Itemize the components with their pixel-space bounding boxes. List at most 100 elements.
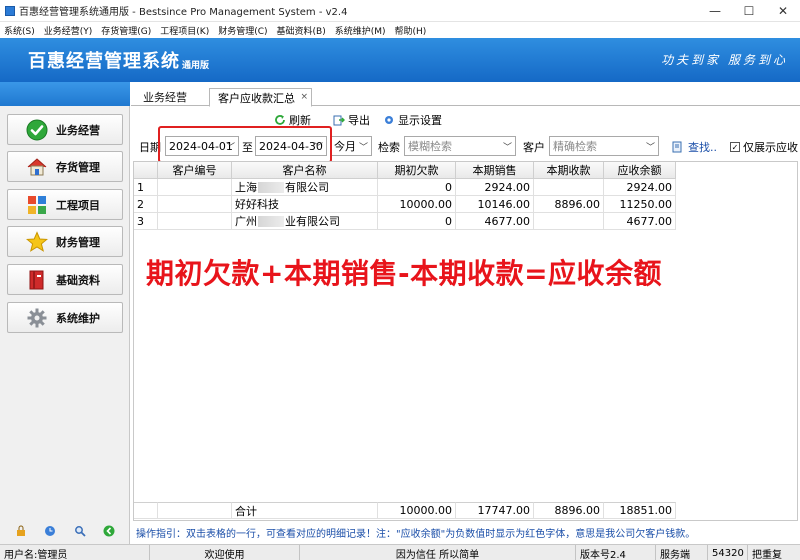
tab-label: 业务经营 [143, 91, 187, 104]
receivable-balance: 4677.00 [604, 213, 676, 230]
menu-system[interactable]: 系统(S) [4, 24, 35, 37]
column-header[interactable]: 客户编号 [158, 162, 232, 179]
only-show-label: 仅展示应收 [743, 141, 798, 154]
window-titlebar: 百惠经营管理系统通用版 - Bestsince Pro Management S… [0, 0, 800, 22]
total-balance: 18851.00 [604, 502, 676, 519]
tab-business[interactable]: 业务经营 [135, 88, 195, 106]
sidebar-item-label: 工程项目 [56, 198, 100, 212]
display-settings-button[interactable]: 显示设置 [383, 112, 442, 128]
find-icon [672, 141, 684, 153]
column-header[interactable]: 应收余额 [604, 162, 676, 179]
customer-code [158, 196, 232, 213]
brand-edition: 通用版 [182, 60, 210, 71]
minimize-button[interactable]: — [698, 0, 732, 22]
receivables-grid[interactable]: 客户编号 客户名称 期初欠款 本期销售 本期收款 应收余额 1 上海 有限公司 0… [133, 161, 798, 521]
lock-icon[interactable] [14, 524, 28, 538]
period-received: 8896.00 [534, 196, 604, 213]
opening-balance: 10000.00 [378, 196, 456, 213]
display-settings-label: 显示设置 [398, 114, 442, 127]
only-show-checkbox[interactable]: ✓ 仅展示应收 [730, 139, 798, 155]
maximize-button[interactable]: ☐ [732, 0, 766, 22]
close-button[interactable]: ✕ [766, 0, 800, 22]
redacted-text [258, 181, 284, 193]
book-icon [26, 269, 48, 291]
sidebar-item-label: 业务经营 [56, 123, 100, 137]
status-version: 版本号2.4 [576, 545, 656, 560]
search-icon[interactable] [73, 524, 87, 538]
menu-maintenance[interactable]: 系统维护(M) [335, 24, 386, 37]
customer-name-prefix: 广州 [235, 215, 257, 228]
checkbox-checked-icon: ✓ [730, 142, 740, 152]
sidebar-item-label: 基础资料 [56, 273, 100, 287]
search-placeholder: 模糊检索 [408, 140, 452, 153]
period-sales: 10146.00 [456, 196, 534, 213]
customer-select[interactable]: 精确检索 ﹀ [549, 136, 659, 156]
total-sales: 17747.00 [456, 502, 534, 519]
table-row[interactable]: 1 上海 有限公司 0 2924.00 2924.00 [134, 179, 676, 196]
period-sales: 2924.00 [456, 179, 534, 196]
grid-footer-row: 合计 10000.00 17747.00 8896.00 18851.00 [134, 502, 676, 520]
sidebar-item-inventory[interactable]: 存货管理 [7, 151, 123, 182]
status-server: 服务端 [656, 545, 708, 560]
clock-icon[interactable] [43, 524, 57, 538]
customer-name-suffix: 有限公司 [285, 181, 329, 194]
footer-spacer [158, 502, 232, 519]
row-number: 1 [134, 179, 158, 196]
column-header[interactable]: 客户名称 [232, 162, 378, 179]
menu-projects[interactable]: 工程项目(K) [160, 24, 209, 37]
app-icon [5, 5, 15, 16]
sidebar-item-maintenance[interactable]: 系统维护 [7, 302, 123, 333]
customer-name: 好好科技 [232, 196, 378, 213]
sidebar-item-basic-data[interactable]: 基础资料 [7, 264, 123, 295]
total-opening: 10000.00 [378, 502, 456, 519]
sidebar-item-label: 系统维护 [56, 311, 100, 325]
tab-receivables-summary[interactable]: 客户应收款汇总 × [209, 88, 312, 107]
period-select[interactable]: 今月 ﹀ [330, 136, 372, 156]
star-icon [26, 230, 48, 253]
column-header[interactable]: 期初欠款 [378, 162, 456, 179]
opening-balance: 0 [378, 213, 456, 230]
menu-business[interactable]: 业务经营(Y) [44, 24, 93, 37]
back-arrow-icon[interactable] [102, 524, 116, 538]
check-circle-icon [26, 119, 48, 141]
export-icon [333, 114, 345, 126]
customer-name-prefix: 上海 [235, 181, 257, 194]
period-received [534, 213, 604, 230]
menu-inventory[interactable]: 存货管理(G) [101, 24, 151, 37]
period-sales: 4677.00 [456, 213, 534, 230]
tab-close-icon[interactable]: × [300, 92, 308, 102]
table-row[interactable]: 3 广州 业有限公司 0 4677.00 4677.00 [134, 213, 676, 230]
date-range-highlight [158, 126, 332, 163]
puzzle-icon [26, 194, 48, 216]
customer-name: 上海 有限公司 [232, 179, 378, 196]
table-row[interactable]: 2 好好科技 10000.00 10146.00 8896.00 11250.0… [134, 196, 676, 213]
refresh-icon [274, 114, 286, 126]
app-banner: 百惠经营管理系统 通用版 功夫到家 服务到心 [0, 38, 800, 82]
customer-code [158, 179, 232, 196]
chevron-down-icon: ﹀ [645, 143, 655, 153]
menu-finance[interactable]: 财务管理(C) [218, 24, 267, 37]
menu-basic-data[interactable]: 基础资料(B) [277, 24, 326, 37]
house-icon [26, 156, 48, 178]
status-motto: 因为信任 所以简单 [300, 545, 576, 560]
total-label: 合计 [232, 502, 378, 519]
find-link[interactable]: 查找.. [672, 139, 717, 155]
sidebar-item-label: 存货管理 [56, 160, 100, 174]
status-reset[interactable]: 把重复 [748, 545, 800, 560]
search-input[interactable]: 模糊检索 ﹀ [404, 136, 516, 156]
operation-hint: 操作指引：双击表格的一行，可查看对应的明细记录！注："应收余额"为负数值时显示为… [136, 528, 696, 540]
sidebar-item-finance[interactable]: 财务管理 [7, 226, 123, 257]
status-port: 54320 [708, 545, 748, 560]
gear-icon [26, 307, 48, 329]
column-header[interactable]: 本期销售 [456, 162, 534, 179]
sidebar-item-projects[interactable]: 工程项目 [7, 189, 123, 220]
menu-bar: 系统(S) 业务经营(Y) 存货管理(G) 工程项目(K) 财务管理(C) 基础… [0, 22, 800, 38]
sidebar-item-label: 财务管理 [56, 235, 100, 249]
export-button[interactable]: 导出 [333, 112, 370, 128]
sidebar-item-business[interactable]: 业务经营 [7, 114, 123, 145]
row-number: 3 [134, 213, 158, 230]
sidebar-footer [0, 518, 130, 544]
chevron-down-icon: ﹀ [358, 143, 368, 153]
menu-help[interactable]: 帮助(H) [395, 24, 427, 37]
column-header[interactable]: 本期收款 [534, 162, 604, 179]
